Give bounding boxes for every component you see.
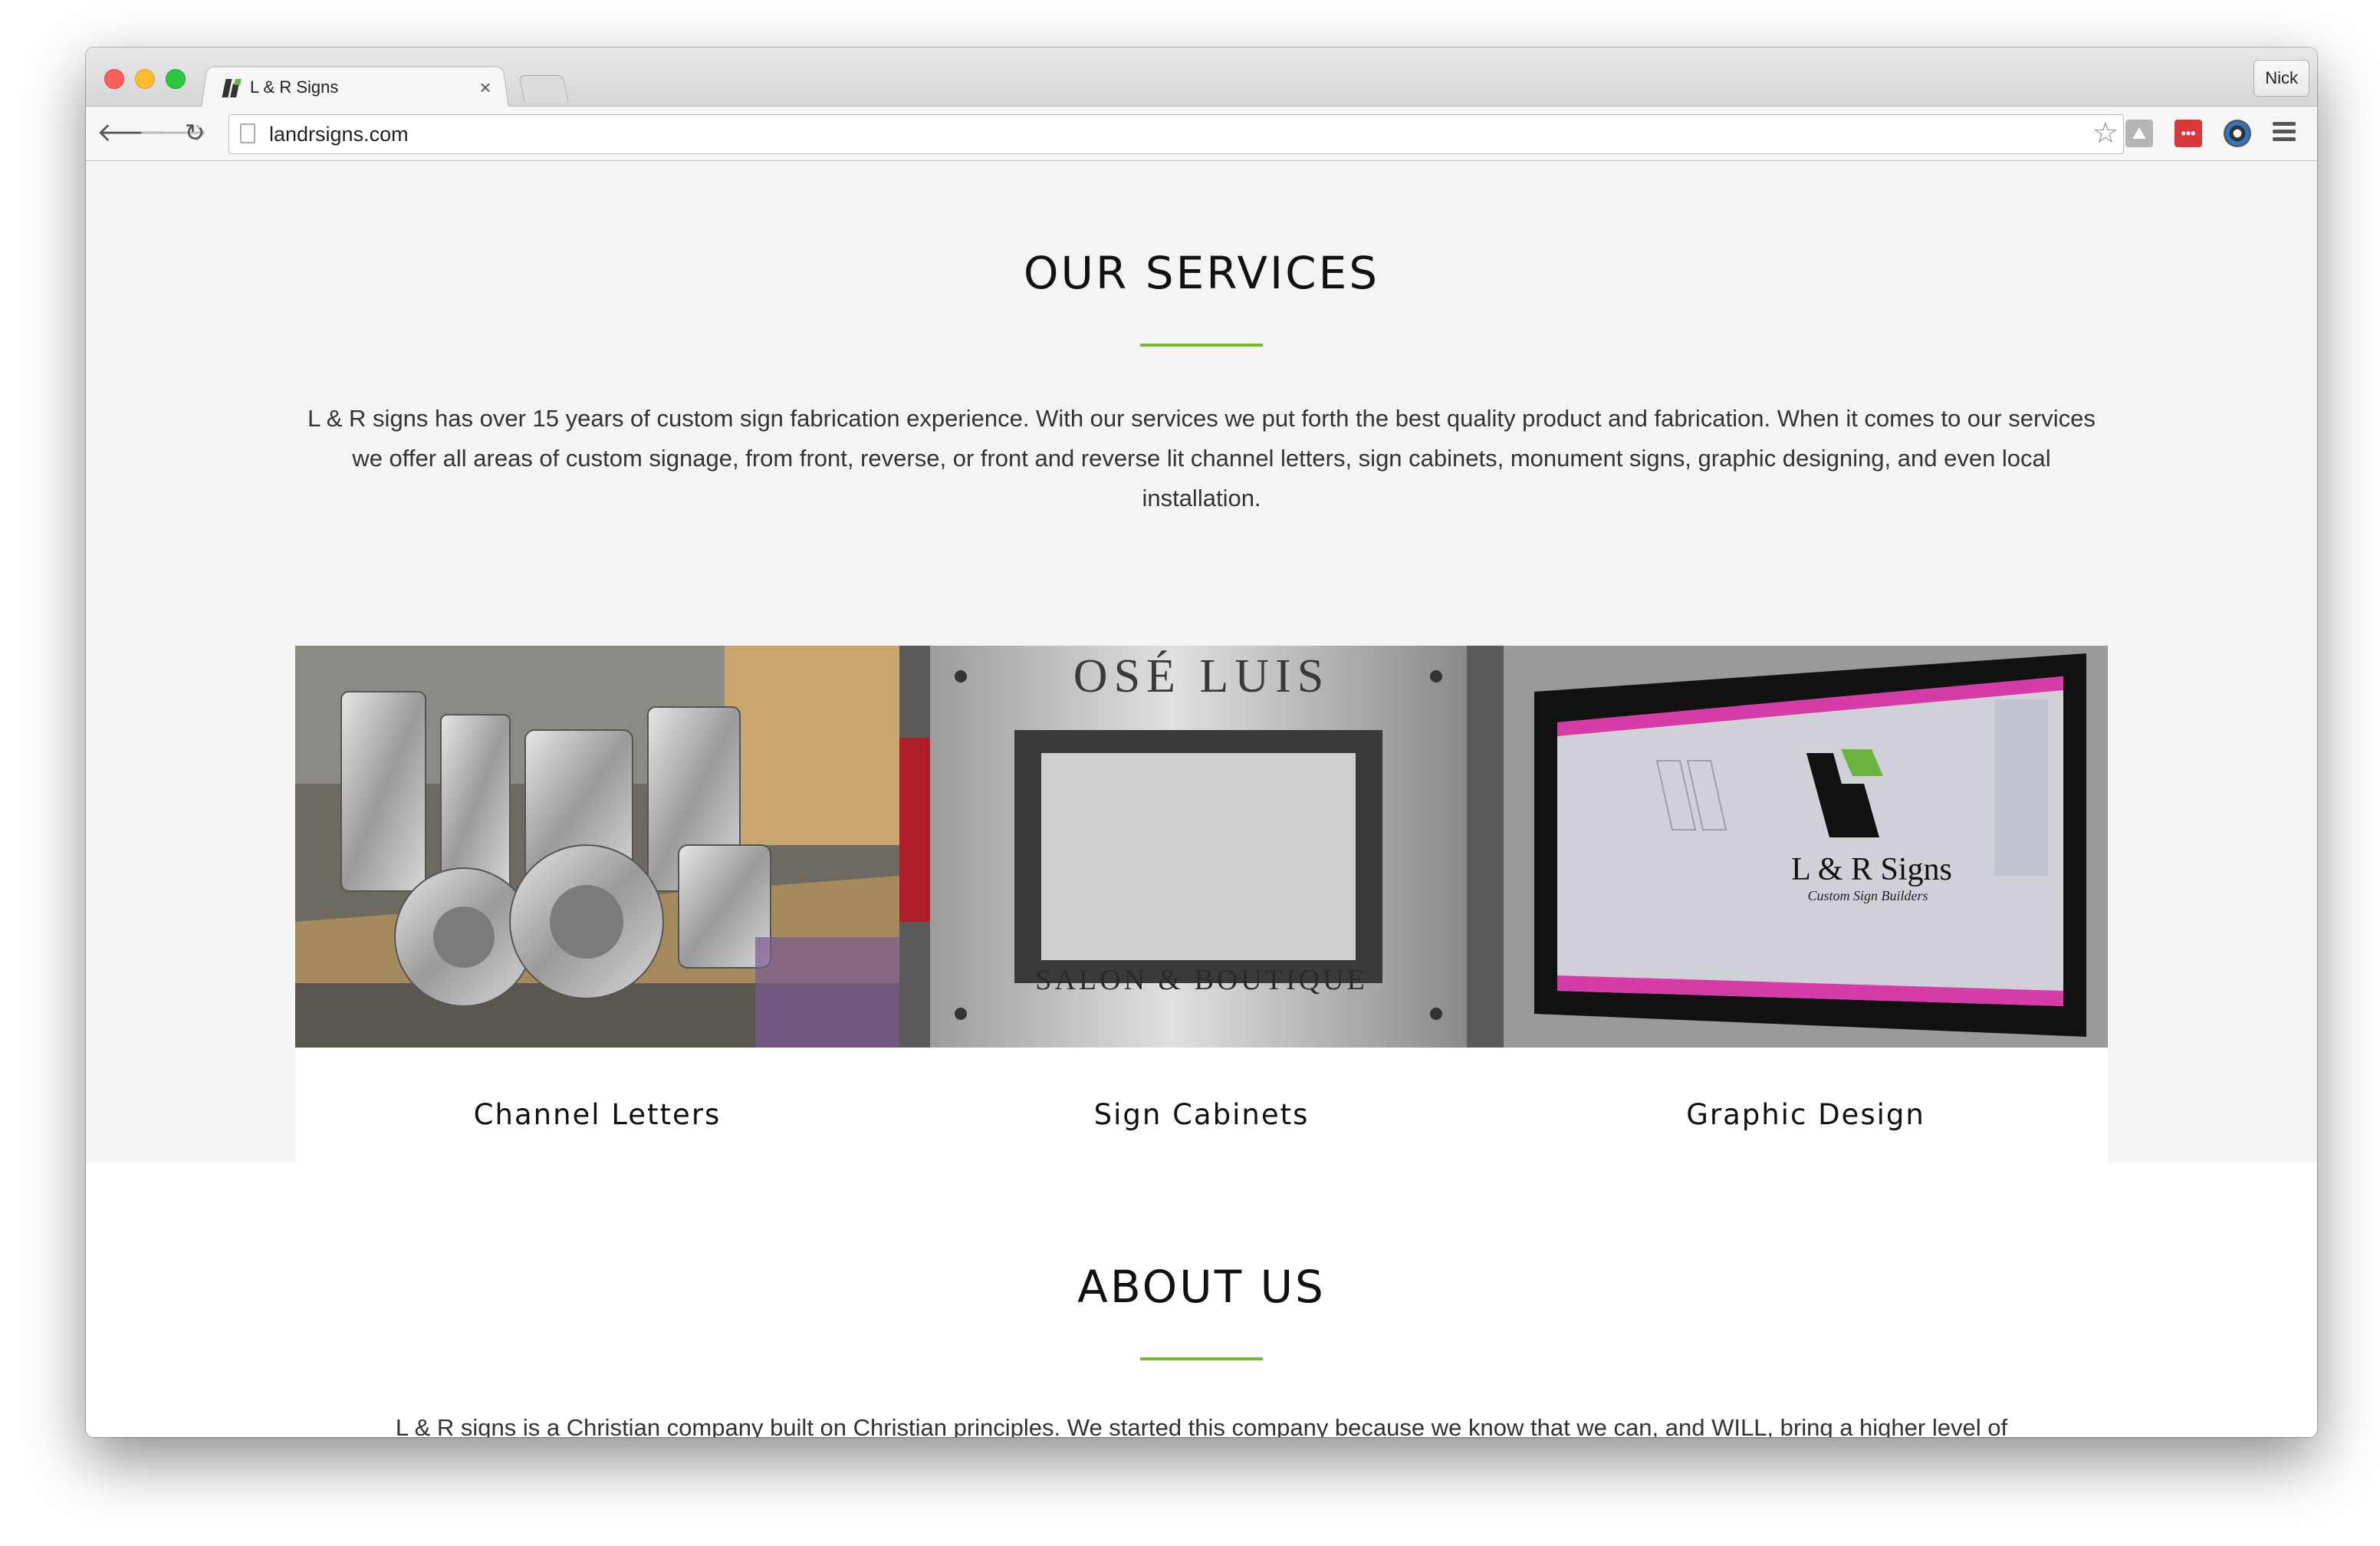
reload-icon[interactable]: ↻ [179, 117, 210, 148]
service-cards: Channel Letters OSÉ LUIS SALON & BOUTIQU… [295, 646, 2108, 1206]
services-title-underline [1140, 344, 1263, 347]
minimize-window-button[interactable] [135, 69, 155, 89]
maximize-window-button[interactable] [166, 69, 186, 89]
new-tab-button[interactable] [518, 75, 569, 102]
camera-lens-icon[interactable] [2224, 120, 2251, 147]
sign-cabinets-title[interactable]: Sign Cabinets [899, 1098, 1504, 1131]
browser-toolbar: 🡐 🡒 ↻ landrsigns.com ☆ ⛰ ••• [86, 107, 2317, 161]
tab-title: L & R Signs [250, 77, 339, 97]
sign-cabinets-photo-text-bottom: SALON & BOUTIQUE [1035, 964, 1367, 996]
address-bar[interactable]: landrsigns.com ☆ [228, 114, 2124, 154]
forward-arrow-icon[interactable]: 🡒 [138, 117, 208, 148]
back-arrow-icon[interactable]: 🡐 [97, 117, 166, 148]
about-text: L & R signs is a Christian company built… [395, 1414, 2008, 1437]
site-favicon-icon [221, 76, 244, 99]
bookmark-star-icon[interactable]: ☆ [2092, 118, 2119, 149]
services-section: OUR SERVICES L & R signs has over 15 yea… [86, 161, 2317, 1206]
services-intro: L & R signs has over 15 years of custom … [307, 405, 2096, 511]
profile-button[interactable]: Nick [2253, 60, 2309, 97]
services-title: OUR SERVICES [1023, 247, 1380, 299]
sign-cabinets-photo: OSÉ LUIS SALON & BOUTIQUE [899, 646, 1504, 1048]
readmore-icon[interactable]: ••• [2175, 120, 2202, 147]
graphic-design-title[interactable]: Graphic Design [1504, 1098, 2108, 1131]
page-content: OUR SERVICES L & R signs has over 15 yea… [86, 161, 2317, 1437]
about-title-underline [1140, 1357, 1263, 1360]
service-card-graphic-design[interactable]: L & R Signs Custom Sign Builders Graphic… [1504, 646, 2108, 1206]
hike-icon[interactable]: ⛰ [2125, 120, 2153, 147]
browser-window: L & R Signs × Nick 🡐 🡒 ↻ landrsigns.com … [86, 48, 2317, 1437]
graphic-design-screen-tagline: Custom Sign Builders [1807, 888, 1928, 903]
channel-letters-title[interactable]: Channel Letters [295, 1098, 899, 1131]
graphic-design-photo: L & R Signs Custom Sign Builders [1504, 646, 2108, 1048]
service-card-sign-cabinets[interactable]: OSÉ LUIS SALON & BOUTIQUE Sign Cabinets [899, 646, 1504, 1206]
page-icon [240, 123, 255, 143]
sign-cabinets-photo-text-top: OSÉ LUIS [1073, 650, 1330, 702]
browser-tab-content[interactable]: L & R Signs × [221, 71, 497, 104]
close-window-button[interactable] [104, 69, 124, 89]
service-card-channel-letters[interactable]: Channel Letters [295, 646, 899, 1206]
title-bar: L & R Signs × Nick [86, 48, 2317, 108]
about-title: ABOUT US [1077, 1261, 1326, 1313]
graphic-design-screen-logo: L & R Signs [1791, 852, 1952, 887]
url-text[interactable]: landrsigns.com [269, 115, 409, 153]
about-section: ABOUT US L & R signs is a Christian comp… [86, 1163, 2317, 1437]
channel-letters-photo [295, 646, 899, 1048]
menu-icon[interactable] [2273, 122, 2296, 145]
tab-close-button[interactable]: × [474, 76, 497, 100]
